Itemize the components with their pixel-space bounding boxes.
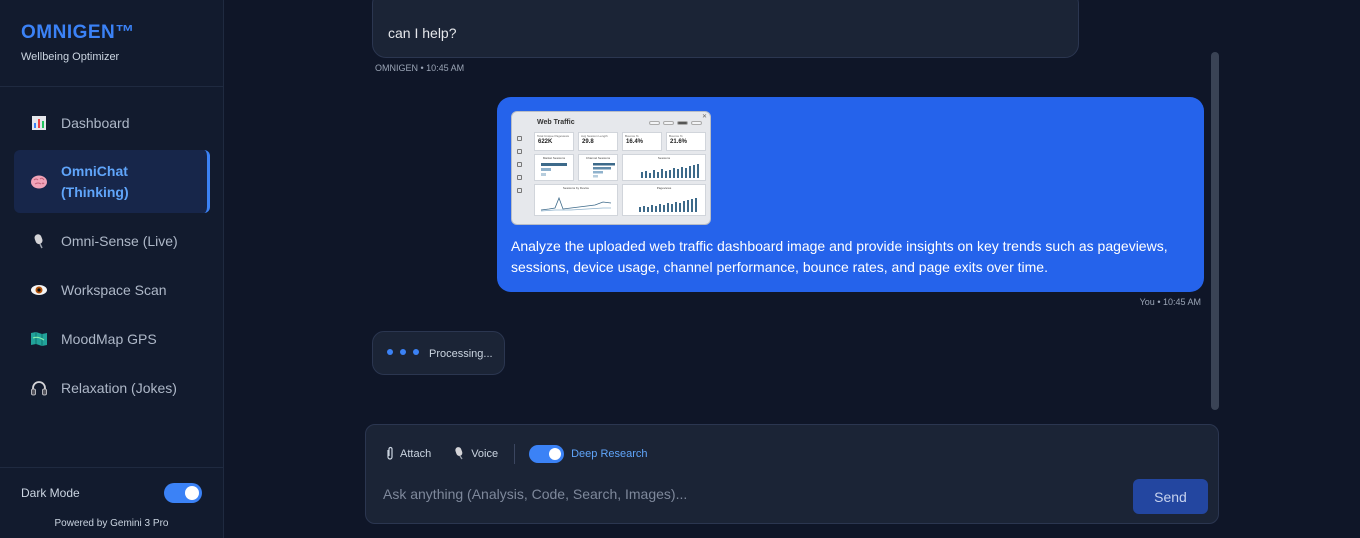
attach-label: Attach <box>400 448 432 460</box>
dark-mode-row: Dark Mode <box>21 483 202 503</box>
sidebar-item-label: Relaxation (Jokes) <box>61 379 177 396</box>
thumbnail-panel: Pageviews <box>622 184 706 216</box>
processing-label: Processing... <box>429 348 493 360</box>
thumbnail-toolbar <box>649 121 702 125</box>
thumbnail-panel: Market Sessions <box>534 154 574 181</box>
sidebar: OMNIGEN™ Wellbeing Optimizer Dashboard O… <box>0 0 224 538</box>
thumbnail-kpi: Bounce % 21.6% <box>666 132 706 151</box>
brand-block: OMNIGEN™ Wellbeing Optimizer <box>0 0 223 87</box>
user-message-text: Analyze the uploaded web traffic dashboa… <box>511 238 1168 275</box>
deep-research-toggle-group: Deep Research <box>529 445 648 463</box>
dark-mode-toggle[interactable] <box>164 483 202 503</box>
chat-scrollbar[interactable] <box>1211 52 1219 410</box>
thumbnail-nav-rail <box>517 136 525 216</box>
voice-label: Voice <box>471 448 499 460</box>
toolbar-divider <box>514 444 516 464</box>
sidebar-item-omnichat[interactable]: OmniChat (Thinking) <box>14 150 210 213</box>
deep-research-label: Deep Research <box>571 448 648 460</box>
sidebar-item-label: Workspace Scan <box>61 281 167 298</box>
message-composer: Attach Voice Deep Research Send <box>365 424 1219 524</box>
brain-icon <box>30 173 48 191</box>
deep-research-toggle[interactable] <box>529 445 565 463</box>
bar-chart-icon <box>30 114 48 132</box>
thumbnail-panel: Channel Sessions <box>578 154 618 181</box>
thumbnail-title: Web Traffic <box>537 119 575 126</box>
sidebar-item-label: Omni-Sense (Live) <box>61 232 178 249</box>
eye-icon <box>30 281 48 299</box>
sidebar-item-moodmap[interactable]: MoodMap GPS <box>14 314 210 363</box>
user-message-meta: You • 10:45 AM <box>1139 297 1201 307</box>
voice-button[interactable]: Voice <box>453 446 498 463</box>
sidebar-footer: Dark Mode Powered by Gemini 3 Pro <box>0 467 223 538</box>
thumbnail-kpi: Bounce % 16.4% <box>622 132 662 151</box>
powered-by: Powered by Gemini 3 Pro <box>54 518 169 529</box>
send-button[interactable]: Send <box>1133 479 1208 514</box>
thumbnail-kpi: Avg Session Length 29.8 <box>578 132 618 151</box>
microphone-icon <box>453 446 465 463</box>
thumbnail-panel: Sessions by Device <box>534 184 618 216</box>
paperclip-icon <box>386 446 394 463</box>
attached-image-thumbnail[interactable]: Web Traffic ✕ Total Unique Pageviews 622… <box>511 111 711 225</box>
microphone-icon <box>30 232 48 250</box>
headphones-icon <box>30 379 48 397</box>
sidebar-item-workspace-scan[interactable]: Workspace Scan <box>14 265 210 314</box>
brand-subtitle: Wellbeing Optimizer <box>21 51 120 63</box>
attach-button[interactable]: Attach <box>386 446 431 463</box>
assistant-message-text: can I help? <box>388 25 457 41</box>
sidebar-item-omni-sense[interactable]: Omni-Sense (Live) <box>14 216 210 265</box>
assistant-message: can I help? <box>372 0 1079 58</box>
dark-mode-label: Dark Mode <box>21 486 80 500</box>
sidebar-item-label: Dashboard <box>61 114 130 131</box>
composer-toolbar: Attach Voice Deep Research <box>386 444 648 464</box>
sidebar-item-label: MoodMap GPS <box>61 330 157 347</box>
user-message: Web Traffic ✕ Total Unique Pageviews 622… <box>497 97 1204 292</box>
assistant-message-meta: OMNIGEN • 10:45 AM <box>375 63 465 73</box>
processing-indicator: Processing... <box>372 331 505 375</box>
sidebar-nav: Dashboard OmniChat (Thinking) Omni-Sense… <box>14 98 210 412</box>
sidebar-item-label: OmniChat (Thinking) <box>61 162 129 200</box>
sidebar-item-dashboard[interactable]: Dashboard <box>14 98 210 147</box>
brand-title: OMNIGEN™ <box>21 22 135 43</box>
thumbnail-kpi: Total Unique Pageviews 622K <box>534 132 574 151</box>
thumbnail-panel: Sessions <box>622 154 706 181</box>
map-icon <box>30 330 48 348</box>
sidebar-item-relaxation[interactable]: Relaxation (Jokes) <box>14 363 210 412</box>
message-input[interactable] <box>383 486 1123 502</box>
typing-dots <box>387 349 419 355</box>
close-icon: ✕ <box>701 114 707 120</box>
